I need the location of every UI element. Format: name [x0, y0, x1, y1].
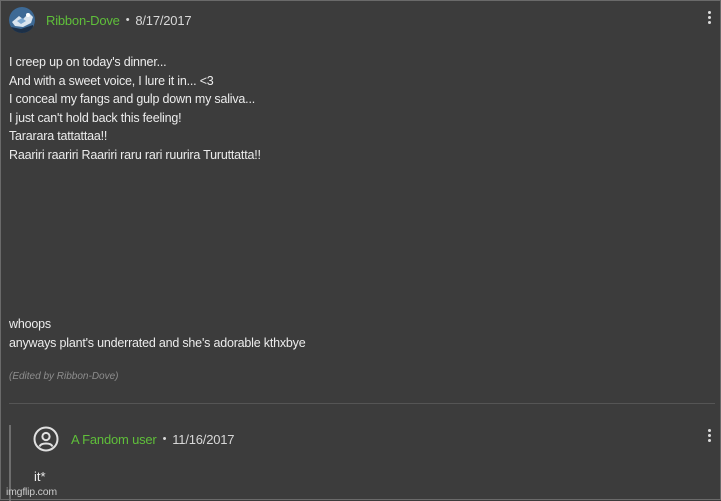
- kebab-menu-icon[interactable]: [704, 429, 714, 442]
- dot-separator: •: [125, 14, 130, 26]
- watermark: imgflip.com: [6, 486, 57, 498]
- comment-line: anyways plant's underrated and she's ado…: [9, 335, 306, 350]
- dot-separator: •: [162, 433, 167, 445]
- comment-line: I just can't hold back this feeling!: [9, 110, 182, 125]
- edited-note: (Edited by Ribbon-Dove): [9, 371, 119, 382]
- reply-author-link[interactable]: A Fandom user: [71, 432, 157, 447]
- comment-body: I creep up on today's dinner... And with…: [9, 53, 261, 164]
- comment-body-continued: whoops anyways plant's underrated and sh…: [9, 315, 306, 352]
- comment-line: Raariri raariri Raariri raru rari ruurir…: [9, 147, 261, 162]
- comment-author-link[interactable]: Ribbon-Dove: [46, 13, 120, 28]
- comment-thread: Ribbon-Dove • 8/17/2017 I creep up on to…: [0, 0, 721, 501]
- kebab-menu-icon[interactable]: [704, 11, 714, 24]
- reply-body: it*: [34, 469, 46, 484]
- avatar-image-icon: [9, 7, 35, 33]
- comment-line: I conceal my fangs and gulp down my sali…: [9, 92, 255, 106]
- comment-date: 8/17/2017: [135, 12, 192, 28]
- comment-line: Tararara tattattaa!!: [9, 129, 108, 143]
- comment-line: whoops: [9, 317, 51, 331]
- comment-line: I creep up on today's dinner...: [9, 55, 167, 69]
- comment-header: Ribbon-Dove • 8/17/2017: [9, 7, 192, 33]
- comment-line: And with a sweet voice, I lure it in... …: [9, 73, 214, 88]
- avatar[interactable]: [9, 7, 35, 33]
- user-circle-icon[interactable]: [33, 426, 59, 452]
- reply-header: A Fandom user • 11/16/2017: [33, 425, 235, 453]
- divider: [9, 403, 715, 404]
- reply-date: 11/16/2017: [172, 431, 235, 447]
